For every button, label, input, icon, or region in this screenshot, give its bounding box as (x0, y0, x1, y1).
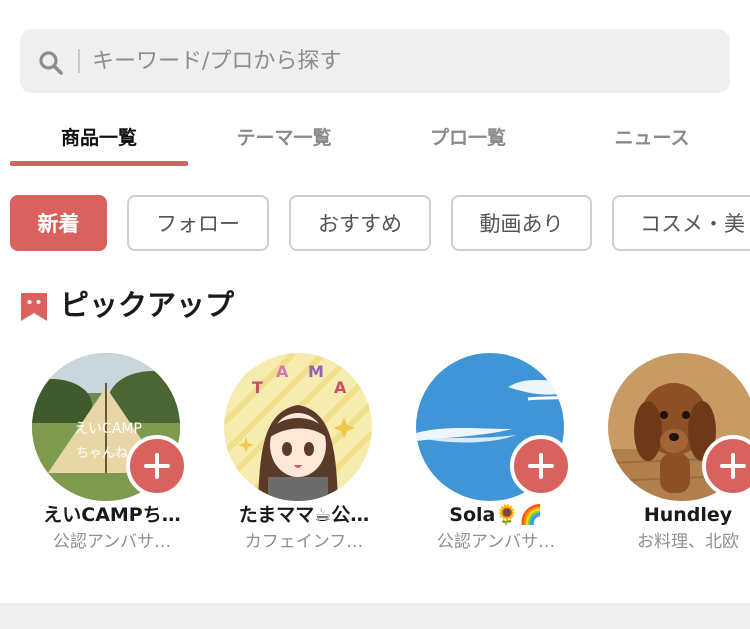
chip-follow[interactable]: フォロー (127, 195, 269, 251)
tab-pros[interactable]: プロ一覧 (382, 108, 554, 164)
pickup-title: ピックアップ (60, 288, 235, 322)
user-name: たまママ☕公… (238, 504, 370, 526)
avatar-text-line-1: えいCAMP (74, 421, 142, 437)
section-divider (0, 603, 750, 629)
chip-recommended[interactable]: おすすめ (289, 195, 431, 251)
avatar-letter: A (276, 362, 289, 381)
tab-themes[interactable]: テーマ一覧 (198, 108, 370, 164)
filter-chips: 新着 フォロー おすすめ 動画あり コスメ・美 (0, 195, 750, 251)
user-role: 公認アンバサ… (52, 532, 172, 552)
chip-cosmetics[interactable]: コスメ・美 (612, 195, 750, 251)
follow-button[interactable] (126, 435, 188, 497)
user-name: えいCAMPち… (43, 504, 181, 526)
user-name: Sola🌻🌈 (449, 504, 543, 526)
user-role: お料理、北欧 (637, 532, 739, 552)
search-divider (78, 49, 80, 73)
avatar-letter: M (308, 362, 324, 381)
tab-news[interactable]: ニュース (566, 108, 738, 164)
follow-button[interactable] (510, 435, 572, 497)
user-name: Hundley (643, 504, 733, 526)
avatar-text-line-2: ちゃんね (76, 446, 128, 461)
avatar-letter: T (252, 378, 263, 397)
user-role: 公認アンバサ… (436, 532, 556, 552)
search-input[interactable] (92, 40, 712, 82)
avatar-letter: A (334, 378, 347, 397)
search-icon (39, 51, 63, 75)
chip-new[interactable]: 新着 (10, 195, 107, 251)
bookmark-icon (21, 293, 47, 321)
avatar[interactable]: T A M A (224, 353, 372, 501)
user-role: カフェインフ… (244, 532, 364, 552)
tab-bar: 商品一覧 テーマ一覧 プロ一覧 ニュース (0, 108, 750, 168)
tab-products[interactable]: 商品一覧 (10, 108, 188, 164)
chip-with-video[interactable]: 動画あり (451, 195, 592, 251)
active-tab-indicator (10, 161, 188, 166)
